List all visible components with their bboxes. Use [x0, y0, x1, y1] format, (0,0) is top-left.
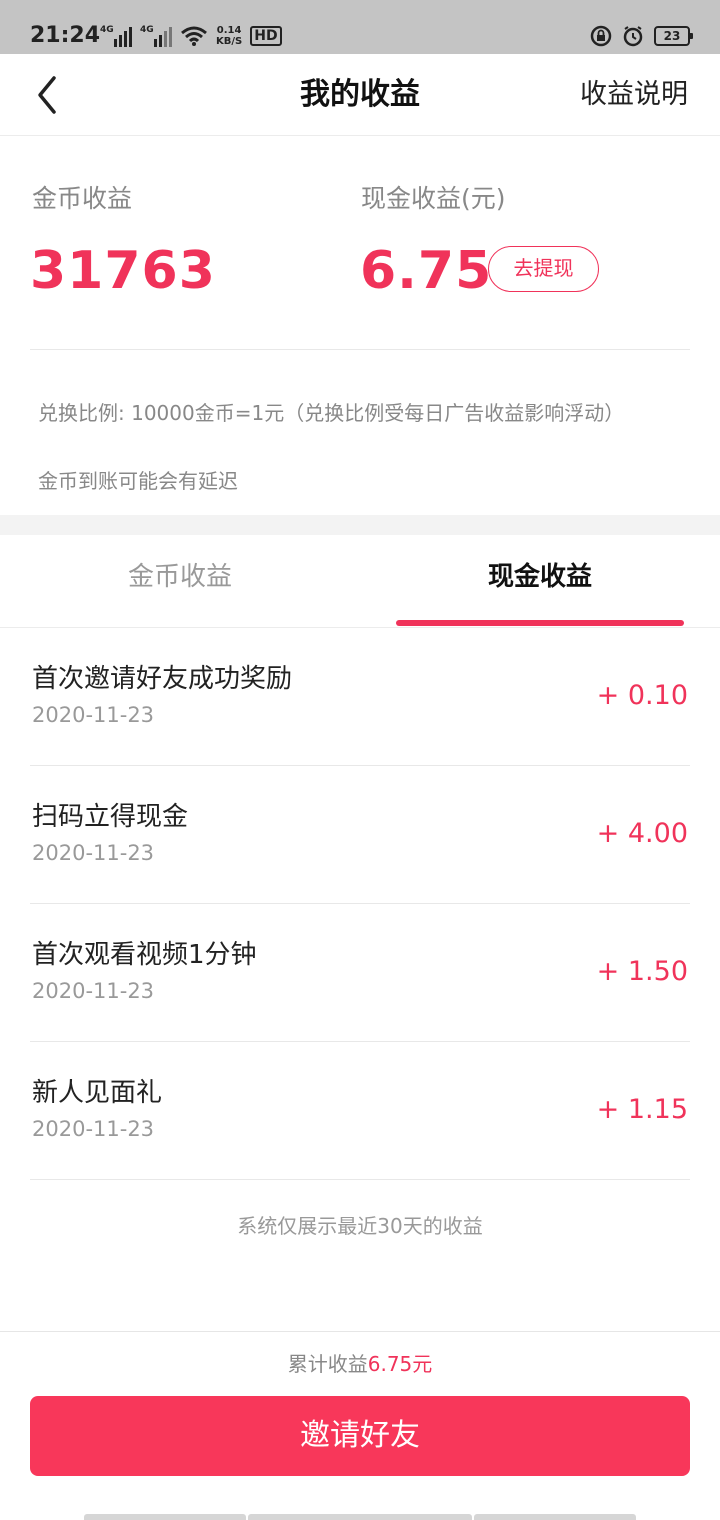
record-title: 新人见面礼 — [32, 1078, 163, 1108]
earnings-summary: 金币收益 31763 现金收益(元) 6.75 去提现 兑换比例: 10000金… — [0, 137, 720, 515]
record-title: 扫码立得现金 — [32, 802, 189, 832]
tab-indicator — [396, 620, 684, 626]
status-icons-left: 4G 4G 0.14 KB/S HD — [100, 22, 282, 50]
nav-bar: 我的收益 收益说明 — [0, 54, 720, 136]
tab-coin-earnings[interactable]: 金币收益 — [0, 559, 360, 595]
rotation-lock-icon — [590, 25, 612, 47]
network-speed: 0.14 KB/S — [216, 25, 243, 47]
bottom-bar: 累计收益6.75元 邀请好友 — [0, 1331, 720, 1520]
list-item: 首次观看视频1分钟 2020-11-23 + 1.50 — [0, 904, 720, 1042]
record-amount: + 0.10 — [596, 680, 688, 711]
earnings-info-link[interactable]: 收益说明 — [580, 76, 688, 114]
network-type-1: 4G — [100, 25, 114, 35]
record-date: 2020-11-23 — [32, 979, 155, 1003]
earnings-list: 首次邀请好友成功奖励 2020-11-23 + 0.10 扫码立得现金 2020… — [0, 628, 720, 1180]
system-nav-hint — [84, 1514, 246, 1520]
invite-friends-button[interactable]: 邀请好友 — [30, 1396, 690, 1476]
record-date: 2020-11-23 — [32, 841, 155, 865]
wifi-icon — [181, 26, 207, 46]
system-nav-hint — [248, 1514, 472, 1520]
status-time: 21:24 — [30, 23, 101, 48]
system-nav-hint — [474, 1514, 636, 1520]
record-title: 首次邀请好友成功奖励 — [32, 664, 293, 694]
total-earnings-label: 累计收益 — [287, 1352, 368, 1376]
exchange-ratio-note: 兑换比例: 10000金币=1元（兑换比例受每日广告收益影响浮动） — [38, 401, 625, 425]
status-bar: 21:24 4G 4G 0.14 KB/S HD 23 — [0, 0, 720, 54]
record-amount: + 1.15 — [596, 1094, 688, 1125]
record-amount: + 4.00 — [596, 818, 688, 849]
earnings-tabs: 金币收益 现金收益 — [0, 535, 720, 628]
record-title: 首次观看视频1分钟 — [32, 940, 257, 970]
list-item: 新人见面礼 2020-11-23 + 1.15 — [0, 1042, 720, 1180]
hd-badge: HD — [250, 26, 282, 46]
withdraw-button[interactable]: 去提现 — [488, 246, 599, 292]
list-footnote: 系统仅展示最近30天的收益 — [237, 1214, 483, 1238]
coin-earnings-label: 金币收益 — [32, 184, 133, 213]
tab-cash-earnings[interactable]: 现金收益 — [360, 559, 720, 595]
total-earnings-amount: 6.75元 — [367, 1352, 433, 1376]
signal-icon: 4G — [100, 25, 132, 47]
total-earnings: 累计收益6.75元 — [0, 1348, 720, 1380]
record-date: 2020-11-23 — [32, 1117, 155, 1141]
list-item: 首次邀请好友成功奖励 2020-11-23 + 0.10 — [0, 628, 720, 766]
alarm-icon — [623, 26, 643, 47]
cash-earnings-value: 6.75 — [360, 241, 493, 301]
list-item: 扫码立得现金 2020-11-23 + 4.00 — [0, 766, 720, 904]
record-date: 2020-11-23 — [32, 703, 155, 727]
network-type-2: 4G — [140, 25, 154, 35]
divider — [30, 349, 690, 350]
status-icons-right: 23 — [590, 24, 693, 48]
record-amount: + 1.50 — [596, 956, 688, 987]
cash-earnings-label: 现金收益(元) — [361, 184, 506, 213]
section-separator — [0, 515, 720, 535]
signal-icon: 4G — [140, 25, 172, 47]
battery-icon: 23 — [654, 26, 693, 46]
delay-note: 金币到账可能会有延迟 — [38, 469, 238, 493]
coin-earnings-value: 31763 — [30, 241, 216, 301]
